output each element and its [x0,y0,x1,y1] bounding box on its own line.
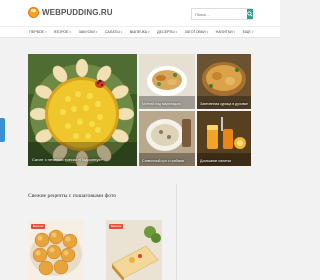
featured-recipes: Салат с печенью трески «Подсолнух» Минта… [28,54,251,166]
tile-caption: Сливочный суп с грибами [142,159,184,163]
nav-item-salaty[interactable]: Салаты ▾ [105,30,124,34]
nav-item-label: Напитки [215,30,233,34]
chevron-down-icon: ▾ [45,29,47,34]
side-feedback-tab[interactable] [0,118,5,142]
nav-item-zakuski[interactable]: Закуски ▾ [79,30,99,34]
nav-item-eshche[interactable]: Ещё ▾ [243,30,255,34]
search-button[interactable] [247,9,253,19]
nav-item-deserty[interactable]: Десерты ▾ [157,30,178,34]
baked-chicken-image [197,54,251,109]
nav-item-label: Закуски [78,30,95,34]
featured-tile[interactable]: Запеченная курица в духовке [197,54,251,109]
chevron-down-icon: ▾ [175,29,178,34]
chevron-down-icon: ▾ [206,29,209,34]
featured-hero[interactable]: Салат с печенью трески «Подсолнух» [28,54,137,166]
search-form [191,8,253,20]
sunflower-salad-image [28,54,137,166]
featured-tile[interactable]: Сливочный суп с грибами [139,111,195,166]
category-badge[interactable]: Выпечка [109,224,124,229]
chevron-down-icon: ▾ [251,29,254,34]
nav-item-label: Выпечка [129,30,148,34]
column-divider [176,184,177,280]
nav-item-label: Первое [29,30,45,34]
cheesecake-image [106,220,162,280]
featured-tile[interactable]: Домашние напитки [197,111,251,166]
site-header: WEBPUDDING.RU [0,0,280,26]
drinks-image [197,111,251,166]
tile-caption: Домашние напитки [200,159,232,163]
logo-text: WEBPUDDING.RU [42,8,113,17]
tile-caption: Минтай под маринадом [142,102,181,106]
chevron-down-icon: ▾ [233,29,236,34]
chevron-down-icon: ▾ [120,29,123,34]
page: WEBPUDDING.RU Первое▾ Второе▾ Закуски▾ С… [0,0,280,280]
site-logo[interactable]: WEBPUDDING.RU [28,7,113,18]
nav-item-label: Десерты [157,30,175,34]
nav-item-zagotovki[interactable]: Заготовки ▾ [185,30,210,34]
nav-item-label: Заготовки [184,30,206,34]
nav-item-label: Второе [54,30,69,34]
search-icon [247,11,253,17]
chevron-down-icon: ▾ [69,29,72,34]
nav-item-label: Салаты [104,30,120,34]
section-title: Свежие рецепты с пошаговыми фото [28,193,117,199]
hero-caption: Салат с печенью трески «Подсолнух» [32,157,103,162]
nav-item-pervoe[interactable]: Первое ▾ [29,30,48,34]
nav-item-napitki[interactable]: Напитки ▾ [216,30,237,34]
featured-tile[interactable]: Минтай под маринадом [139,54,195,109]
search-input[interactable] [192,9,247,19]
chevron-down-icon: ▾ [95,29,98,34]
pudding-logo-icon [28,7,39,18]
chevron-down-icon: ▾ [148,29,150,34]
fish-dish-image [139,54,195,109]
category-badge[interactable]: Выпечка [31,224,46,229]
pastry-buns-image [28,220,84,280]
recipe-card[interactable]: Выпечка [28,220,84,280]
tile-caption: Запеченная курица в духовке [200,102,249,106]
nav-item-label: Ещё [242,30,251,34]
nav-item-vtoroe[interactable]: Второе ▾ [54,30,73,34]
nav-item-vypechka[interactable]: Выпечка ▾ [130,30,151,34]
soup-image [139,111,195,166]
main-nav: Первое ▾ Второе ▾ Закуски ▾ Салаты ▾ Выпечка… [0,26,280,38]
recipe-card[interactable]: Выпечка [106,220,162,280]
